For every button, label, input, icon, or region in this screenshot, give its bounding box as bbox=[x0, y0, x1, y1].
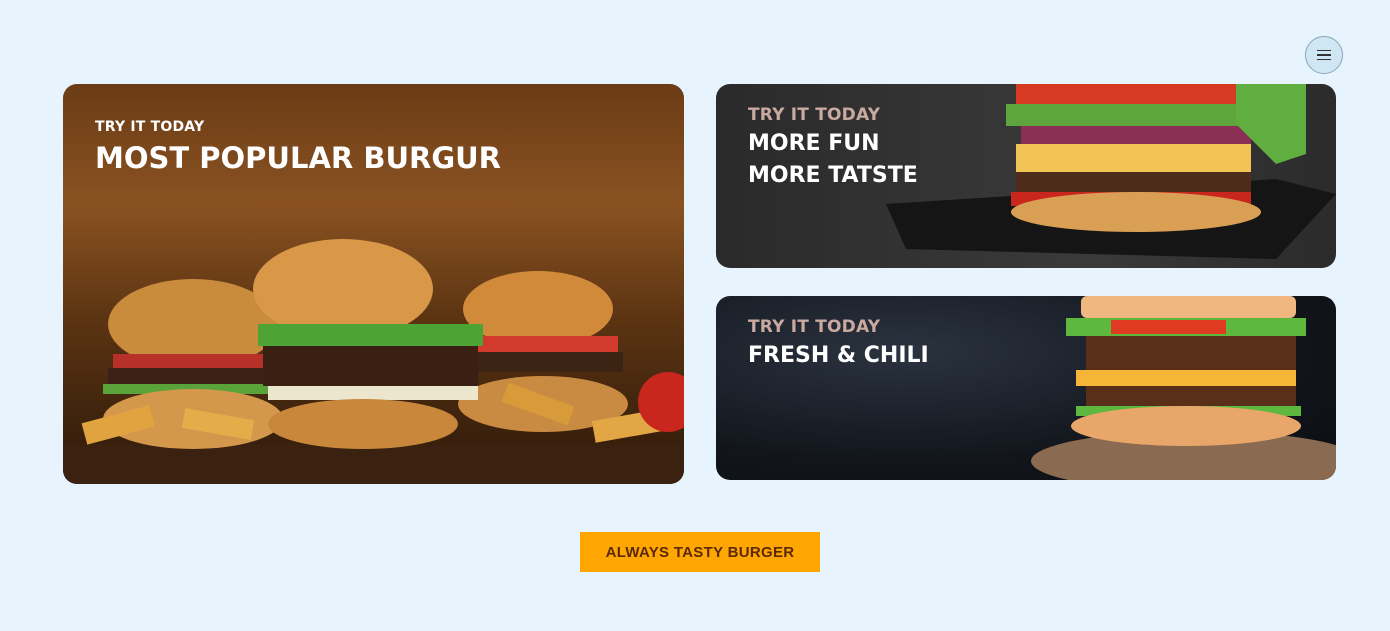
card-title: FRESH & CHILI bbox=[748, 343, 929, 368]
page: TRY IT TODAY MOST POPULAR BURGUR TRY IT … bbox=[0, 0, 1390, 631]
hamburger-menu-icon bbox=[1317, 49, 1331, 52]
card-kicker: TRY IT TODAY bbox=[95, 119, 205, 135]
menu-toggle-button[interactable] bbox=[1305, 36, 1343, 74]
card-kicker: TRY IT TODAY bbox=[748, 317, 881, 337]
always-tasty-burger-button[interactable]: ALWAYS TASTY BURGER bbox=[580, 532, 820, 572]
promo-card-more-fun[interactable]: TRY IT TODAY MORE FUN MORE TATSTE bbox=[716, 84, 1336, 268]
promo-card-most-popular[interactable]: TRY IT TODAY MOST POPULAR BURGUR bbox=[63, 84, 684, 484]
promo-card-fresh-chili[interactable]: TRY IT TODAY FRESH & CHILI bbox=[716, 296, 1336, 480]
card-title: MORE FUN MORE TATSTE bbox=[748, 131, 918, 188]
card-kicker: TRY IT TODAY bbox=[748, 105, 881, 125]
card-title: MOST POPULAR BURGUR bbox=[95, 141, 501, 175]
